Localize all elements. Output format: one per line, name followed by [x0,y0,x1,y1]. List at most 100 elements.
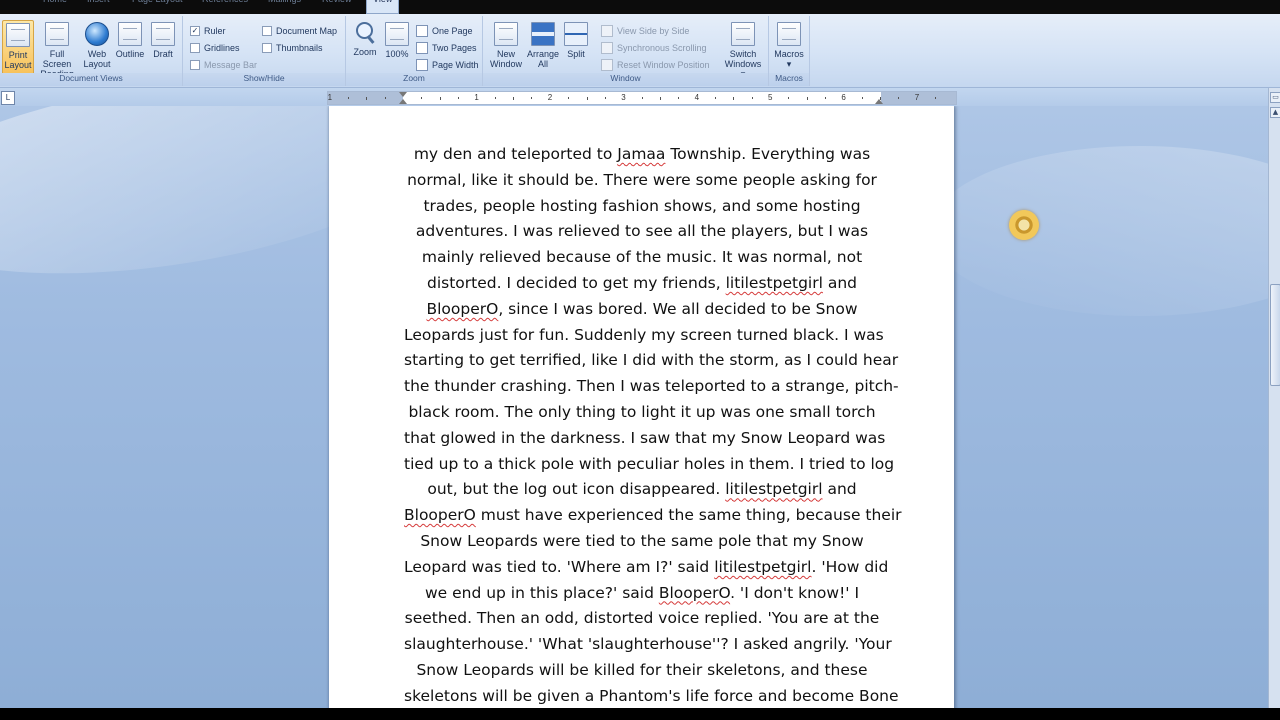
page-icon [385,22,409,46]
text-line: Leopards just for fun. Suddenly my scree… [404,323,884,349]
text-line: slaughterhouse.' 'What 'slaughterhouse''… [404,632,892,658]
group-label-window: Window [483,73,768,86]
tab-selector-button[interactable]: L [1,91,15,105]
ruler-tick [825,97,827,99]
new-window-icon [494,22,518,46]
group-label-document-views: Document Views [0,73,182,86]
text-run: Leopard was tied to. 'Where am I?' said [404,557,715,576]
ruler-number: 2 [547,93,553,102]
split-button[interactable]: Split [562,20,590,59]
document-map-label: Document Map [276,26,338,36]
text-line: adventures. I was relieved to see all th… [404,219,880,245]
arrange-all-label: Arrange All [526,49,560,69]
scrollbar-thumb[interactable] [1270,284,1280,386]
ribbon: Print Layout Full Screen Reading Web Lay… [0,14,1280,88]
ruler-tick [898,97,900,99]
misspelled-word[interactable]: BlooperO [404,506,476,524]
synchronous-scrolling-label: Synchronous Scrolling [617,43,707,53]
ribbon-tab-strip: Home Insert Page Layout References Mailings R… [0,0,1280,14]
misspelled-word[interactable]: litilestpetgirl [714,558,811,576]
two-pages-button[interactable]: Two Pages [416,41,477,55]
print-layout-button[interactable]: Print Layout [2,20,34,75]
globe-icon [85,22,109,46]
misspelled-word[interactable]: litilestpetgirl [725,480,822,498]
ruler-tick [347,97,349,99]
outline-button[interactable]: Outline [114,20,146,59]
full-screen-reading-button[interactable]: Full Screen Reading [35,20,79,79]
text-run: . 'How did [811,557,889,576]
ruler-tick [861,97,863,99]
text-line: normal, like it should be. There were so… [404,168,880,194]
text-line: trades, people hosting fashion shows, an… [404,194,880,220]
text-run: adventures. I was relieved to see all th… [415,222,869,241]
reset-window-position-button[interactable]: Reset Window Position [601,58,710,72]
misspelled-word[interactable]: litilestpetgirl [726,274,823,292]
one-page-button[interactable]: One Page [416,24,473,38]
text-line: my den and teleported to Jamaa Township.… [404,142,880,168]
thumbnails-checkbox[interactable]: Thumbnails [262,41,323,55]
text-run: seethed. Then an odd, distorted voice re… [404,609,880,628]
text-run: starting to get terrified, like I did wi… [404,351,899,370]
ruler-number: 6 [841,93,846,102]
scroll-up-icon[interactable]: ▲ [1270,107,1280,118]
ruler-toggle-icon[interactable]: ▭ [1270,92,1280,103]
zoom-button[interactable]: Zoom [350,20,380,57]
text-line: we end up in this place?' said BlooperO.… [404,581,880,607]
tab-view[interactable]: View [366,0,400,14]
ruler-label: Ruler [204,26,226,36]
right-indent-marker[interactable] [875,99,883,104]
switch-windows-button[interactable]: Switch Windows ▾ [722,20,764,79]
ruler-tick [641,97,643,99]
misspelled-word[interactable]: Jamaa [617,145,665,163]
ruler-tick [880,97,882,100]
document-map-checkbox[interactable]: Document Map [262,24,337,38]
text-line: black room. The only thing to light it u… [404,400,880,426]
text-run: and [822,273,857,292]
text-line: out, but the log out icon disappeared. l… [404,477,880,503]
macros-button[interactable]: Macros ▾ [772,20,806,69]
ruler-tick [659,97,661,100]
tab-review[interactable]: Review [322,0,352,4]
gridlines-label: Gridlines [204,43,240,53]
text-run: distorted. I decided to get my friends, [426,273,726,292]
print-layout-label: Print Layout [4,50,32,70]
outline-label: Outline [115,49,145,59]
left-indent-marker[interactable] [399,99,407,104]
ruler-number: 4 [694,93,700,102]
tab-references[interactable]: References [202,0,248,4]
message-bar-checkbox[interactable]: Message Bar [190,58,257,72]
document-body-text[interactable]: my den and teleported to Jamaa Township.… [404,142,902,708]
draft-button[interactable]: Draft [148,20,178,59]
ruler-tick [568,97,570,99]
draft-icon [151,22,175,46]
text-line: Leopard was tied to. 'Where am I?' said … [404,555,888,581]
vertical-scrollbar[interactable]: ▭ ▲ [1268,88,1280,708]
text-run: normal, like it should be. There were so… [407,170,877,189]
tab-page-layout[interactable]: Page Layout [132,0,183,4]
tab-insert[interactable]: Insert [87,0,110,4]
document-page[interactable]: my den and teleported to Jamaa Township.… [329,106,954,708]
ruler-bar: L 1 1 2 3 4 5 6 7 [0,88,1280,106]
misspelled-word[interactable]: BlooperO [426,300,498,318]
text-line: Snow Leopards will be killed for their s… [404,658,880,684]
ruler-checkbox[interactable]: ✓ Ruler [190,24,226,38]
ruler-tick [513,97,515,100]
text-run: the thunder crashing. Then I was telepor… [404,377,899,396]
misspelled-word[interactable]: BlooperO [659,584,730,602]
text-run: that glowed in the darkness. I saw that … [404,428,886,447]
web-layout-button[interactable]: Web Layout [82,20,112,69]
tab-home[interactable]: Home [43,0,67,4]
new-window-button[interactable]: New Window [487,20,525,69]
page-width-button[interactable]: Page Width [416,58,479,72]
first-line-indent-marker[interactable] [399,92,407,97]
view-side-by-side-button[interactable]: View Side by Side [601,24,689,38]
synchronous-scrolling-button[interactable]: Synchronous Scrolling [601,41,707,55]
macros-label: Macros [774,49,804,59]
gridlines-checkbox[interactable]: Gridlines [190,41,240,55]
horizontal-ruler[interactable]: 1 1 2 3 4 5 6 7 [327,91,957,105]
zoom-100-button[interactable]: 100% [382,20,412,59]
reset-window-icon [601,58,613,71]
arrange-all-button[interactable]: Arrange All [526,20,560,69]
tab-mailings[interactable]: Mailings [268,0,301,4]
text-line: skeletons will be given a Phantom's life… [404,684,899,708]
